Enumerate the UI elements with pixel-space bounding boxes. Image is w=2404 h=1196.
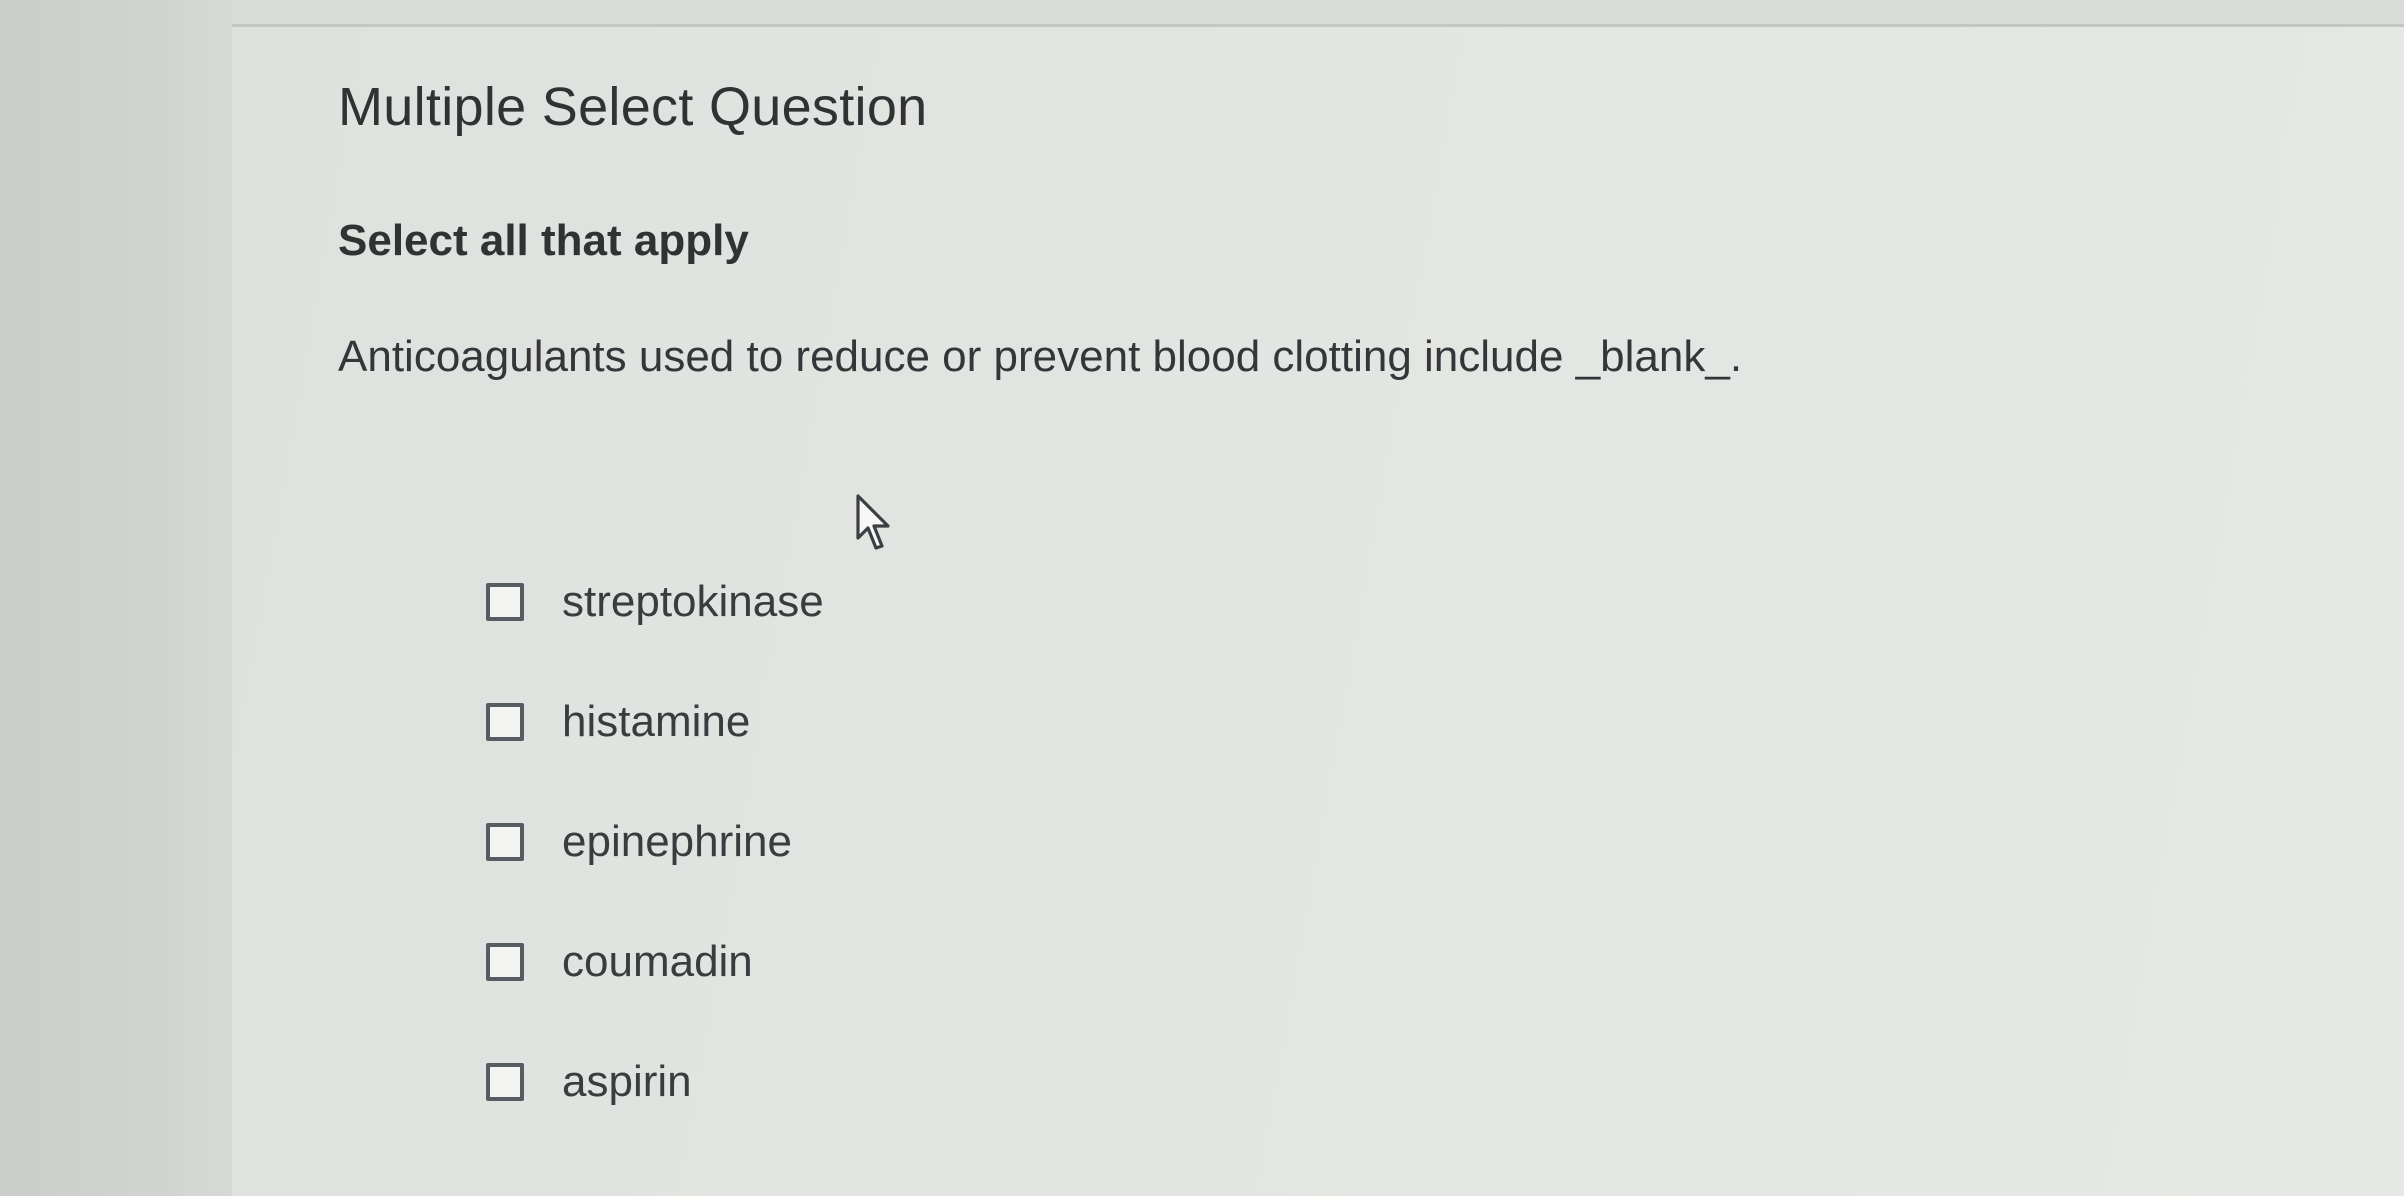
left-margin <box>0 0 232 1196</box>
option-label[interactable]: streptokinase <box>562 577 824 627</box>
option-label[interactable]: epinephrine <box>562 817 792 867</box>
checkbox[interactable] <box>486 823 524 861</box>
option-label[interactable]: aspirin <box>562 1057 692 1107</box>
option-label[interactable]: coumadin <box>562 937 753 987</box>
option-label[interactable]: histamine <box>562 697 750 747</box>
option-epinephrine[interactable]: epinephrine <box>486 812 1386 872</box>
option-histamine[interactable]: histamine <box>486 692 1386 752</box>
top-bar <box>232 0 2404 24</box>
checkbox[interactable] <box>486 583 524 621</box>
question-title: Multiple Select Question <box>338 77 928 137</box>
answer-options: streptokinase histamine epinephrine coum… <box>486 572 1386 1172</box>
question-instruction: Select all that apply <box>338 216 749 265</box>
checkbox[interactable] <box>486 943 524 981</box>
question-prompt: Anticoagulants used to reduce or prevent… <box>338 332 1743 381</box>
option-streptokinase[interactable]: streptokinase <box>486 572 1386 632</box>
checkbox[interactable] <box>486 703 524 741</box>
option-aspirin[interactable]: aspirin <box>486 1052 1386 1112</box>
checkbox[interactable] <box>486 1063 524 1101</box>
mouse-pointer-icon <box>856 494 890 550</box>
option-coumadin[interactable]: coumadin <box>486 932 1386 992</box>
